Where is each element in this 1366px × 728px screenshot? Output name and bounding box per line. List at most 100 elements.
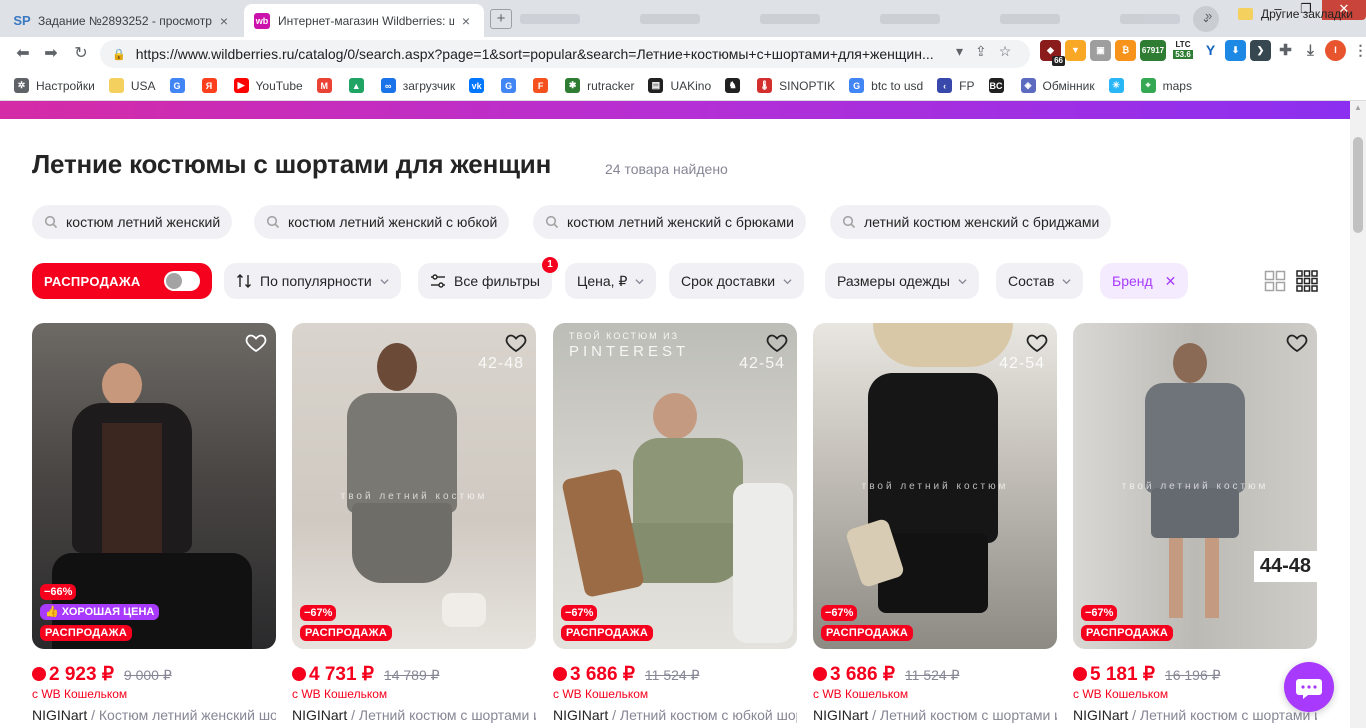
bookmark-item[interactable]: ⌖ maps — [1140, 78, 1192, 93]
bookmark-item[interactable]: ▲ — [348, 78, 371, 93]
wb-wallet-icon — [1073, 667, 1087, 681]
bookmark-item[interactable]: G — [501, 78, 523, 93]
forward-arrow-icon[interactable]: ➡ — [40, 43, 62, 65]
bookmark-item[interactable]: Gbtc to usd — [849, 78, 923, 93]
bookmark-star-icon[interactable]: ☆ — [999, 43, 1012, 60]
old-price: 9 000 ₽ — [123, 667, 172, 683]
suggestion-chip[interactable]: летний костюм женский с бриджами — [830, 205, 1112, 239]
scroll-thumb[interactable] — [1353, 137, 1363, 233]
puzzle-icon[interactable]: ✚ — [1275, 40, 1296, 61]
share-icon[interactable]: ⇪ — [975, 43, 987, 60]
bookmark-item[interactable]: vk — [469, 78, 491, 93]
downloads-icon[interactable]: ⤓ — [1300, 40, 1321, 61]
ltc-rate-icon[interactable]: LTC 53.6 — [1170, 40, 1196, 61]
download-helper-icon[interactable]: ⬇ — [1225, 40, 1246, 61]
tab-wildberries[interactable]: wb Интернет-магазин Wildberries: ш × — [244, 4, 484, 37]
product-title[interactable]: NIGINart / Летний костюм с шортами и фут… — [1073, 707, 1317, 723]
page-scrollbar[interactable]: ▲ — [1350, 101, 1366, 728]
chat-button[interactable] — [1284, 662, 1334, 712]
bookmark-item[interactable]: F — [533, 78, 555, 93]
product-title[interactable]: NIGINart / Костюм летний женский шорты и… — [32, 707, 276, 723]
toggle-switch[interactable] — [164, 271, 200, 291]
other-bookmarks[interactable]: Другие закладки — [1238, 7, 1353, 21]
product-title[interactable]: NIGINart / Летний костюм с юбкой шортами — [553, 707, 797, 723]
suggestion-chip[interactable]: костюм летний женский — [32, 205, 233, 239]
extension-badge-icon[interactable]: ◆ 66 — [1040, 40, 1065, 66]
back-arrow-icon[interactable]: ⬅ — [12, 43, 34, 65]
product-brand: NIGINart — [1073, 707, 1129, 723]
product-image[interactable]: 42-54 твой летний костюм −67% РАСПРОДАЖА — [813, 323, 1057, 649]
y-extension-icon[interactable]: Y — [1200, 40, 1221, 61]
product-image[interactable]: −66% 👍 ХОРОШАЯ ЦЕНА РАСПРОДАЖА — [32, 323, 276, 649]
bookmarks-overflow-icon[interactable]: » — [1205, 8, 1212, 23]
search-icon — [44, 215, 58, 229]
close-icon[interactable]: × — [458, 13, 474, 29]
product-card[interactable]: −66% 👍 ХОРОШАЯ ЦЕНА РАСПРОДАЖА 2 923 ₽ 9… — [32, 323, 276, 723]
tab-task[interactable]: SP Задание №2893252 - просмотр з × — [4, 4, 242, 37]
new-tab-button[interactable]: + — [490, 9, 512, 29]
background-tabs — [520, 10, 1180, 28]
btc-icon[interactable]: ₿ — [1115, 40, 1136, 61]
bookmark-item[interactable]: USA — [108, 78, 156, 93]
sort-dropdown[interactable]: По популярности — [224, 263, 401, 299]
bookmark-item[interactable]: ✲ Настройки — [14, 78, 95, 93]
sizes-filter[interactable]: Размеры одежды — [825, 263, 979, 299]
brand-filter-chip[interactable]: Бренд ✕ — [1100, 263, 1189, 299]
menu-dots-icon[interactable]: ⋮ — [1350, 40, 1366, 61]
delivery-filter[interactable]: Срок доставки — [669, 263, 805, 299]
sale-toggle-label: РАСПРОДАЖА — [44, 273, 141, 289]
bookmark-item[interactable]: ♞ — [725, 78, 747, 93]
tab-title: Интернет-магазин Wildberries: ш — [278, 13, 454, 28]
product-card[interactable]: 42-54 твой летний костюм −67% РАСПРОДАЖА… — [813, 323, 1057, 723]
heart-icon[interactable] — [765, 331, 789, 355]
product-image[interactable]: 42-48 твой летний костюм −67% РАСПРОДАЖА — [292, 323, 536, 649]
product-title[interactable]: NIGINart / Летний костюм с шортами и руб… — [813, 707, 1057, 723]
bookmark-item[interactable]: ∞ загрузчик — [380, 78, 455, 93]
profile-avatar[interactable]: I — [1325, 40, 1346, 61]
bookmark-item[interactable]: M — [316, 78, 339, 93]
heart-icon[interactable] — [244, 331, 268, 355]
bookmark-item[interactable]: ✳ — [1108, 78, 1131, 93]
product-card[interactable]: ТВОЙ КОСТЮМ ИЗ PINTEREST 42-54 −67% РАСПР… — [553, 323, 797, 723]
bookmark-label: Обмінник — [1042, 78, 1095, 93]
bookmark-item[interactable]: BC — [988, 78, 1011, 93]
address-bar[interactable]: 🔒 https://www.wildberries.ru/catalog/0/s… — [100, 40, 1030, 68]
close-icon[interactable]: × — [216, 13, 232, 29]
product-card[interactable]: 42-48 твой летний костюм −67% РАСПРОДАЖА… — [292, 323, 536, 723]
composition-filter[interactable]: Состав — [996, 263, 1084, 299]
btc-rate-icon[interactable]: 67917 — [1140, 40, 1166, 61]
suggestion-chip[interactable]: костюм летний женский с брюками — [533, 205, 806, 239]
heart-icon[interactable] — [504, 331, 528, 355]
dropdown-icon[interactable]: ▾ — [956, 43, 963, 60]
price-filter[interactable]: Цена, ₽ — [565, 263, 657, 299]
product-image[interactable]: ТВОЙ КОСТЮМ ИЗ PINTEREST 42-54 −67% РАСПР… — [553, 323, 797, 649]
product-title[interactable]: NIGINart / Летний костюм с шортами и руб… — [292, 707, 536, 723]
bookmark-item[interactable]: ▶ YouTube — [233, 78, 303, 93]
bookmark-item[interactable]: 🌡 SINOPTIK — [757, 78, 835, 93]
briefcase-icon[interactable]: ▣ — [1090, 40, 1111, 61]
reload-icon[interactable]: ↻ — [70, 43, 92, 65]
brave-shield-icon[interactable]: ▼ — [1065, 40, 1086, 61]
grid-small-icon[interactable] — [1296, 270, 1318, 292]
product-image[interactable]: твой летний костюм 44-48 −67% РАСПРОДАЖА — [1073, 323, 1317, 649]
close-icon[interactable]: ✕ — [1165, 273, 1177, 290]
wallet-note: с WB Кошельком — [292, 687, 388, 701]
price-row: 3 686 ₽ 11 524 ₽ — [813, 663, 960, 686]
heart-icon[interactable] — [1025, 331, 1049, 355]
bookmark-item[interactable]: ◈ Обмінник — [1020, 78, 1095, 93]
price: 4 731 ₽ — [309, 664, 374, 685]
suggestion-chip[interactable]: костюм летний женский с юбкой — [254, 205, 510, 239]
grid-large-icon[interactable] — [1264, 270, 1286, 292]
all-filters-button[interactable]: Все фильтры 1 — [418, 257, 558, 299]
bookmark-item[interactable]: ‹ FP — [937, 78, 975, 93]
product-name: / Летний костюм с юбкой шортами — [612, 707, 797, 723]
product-card[interactable]: твой летний костюм 44-48 −67% РАСПРОДАЖА… — [1073, 323, 1317, 723]
bookmark-item[interactable]: ▤ UAKino — [648, 78, 711, 93]
sale-toggle[interactable]: РАСПРОДАЖА — [32, 263, 212, 299]
bookmark-item[interactable]: ✱ rutracker — [565, 78, 634, 93]
scroll-up-arrow-icon[interactable]: ▲ — [1350, 103, 1366, 112]
heart-icon[interactable] — [1285, 331, 1309, 355]
terminal-icon[interactable]: ❯ — [1250, 40, 1271, 61]
bookmark-item[interactable]: Я — [201, 78, 224, 93]
bookmark-item[interactable]: G — [169, 78, 192, 93]
